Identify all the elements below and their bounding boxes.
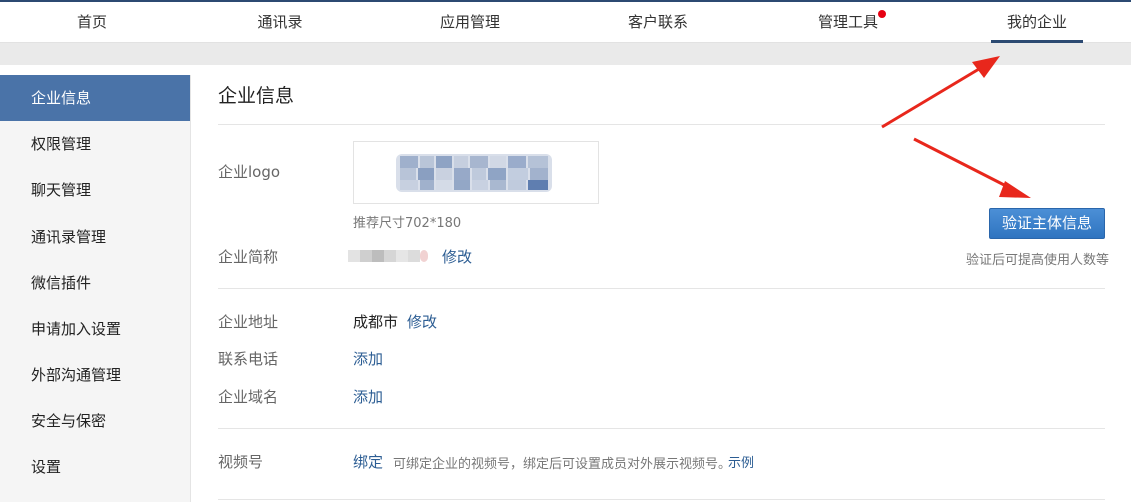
short-name-label: 企业简称 xyxy=(218,248,279,266)
sidebar-item-chat-management[interactable]: 聊天管理 xyxy=(0,167,190,213)
video-channel-description: 可绑定企业的视频号，绑定后可设置成员对外展示视频号。 xyxy=(393,457,732,472)
divider xyxy=(218,428,1105,429)
domain-add-link[interactable]: 添加 xyxy=(353,386,383,407)
nav-item-management-tools[interactable]: 管理工具 xyxy=(808,2,888,43)
short-name-edit-link[interactable]: 修改 xyxy=(442,246,472,267)
enterprise-logo[interactable] xyxy=(353,141,599,204)
short-name-value xyxy=(348,250,428,262)
nav-item-customer-contact[interactable]: 客户联系 xyxy=(618,2,698,43)
domain-label: 企业域名 xyxy=(218,388,279,406)
sidebar-item-wechat-plugin[interactable]: 微信插件 xyxy=(0,260,190,306)
nav-item-contacts[interactable]: 通讯录 xyxy=(240,2,320,43)
logo-label: 企业logo xyxy=(218,163,281,181)
divider xyxy=(218,499,1105,500)
header-divider-band xyxy=(0,43,1131,65)
verify-hint: 验证后可提高使用人数等 xyxy=(966,253,1110,268)
video-channel-bind-link[interactable]: 绑定 xyxy=(353,451,383,472)
logo-size-hint: 推荐尺寸702*180 xyxy=(353,216,462,231)
top-nav: 首页 通讯录 应用管理 客户联系 管理工具 我的企业 xyxy=(0,0,1131,43)
verify-entity-button[interactable]: 验证主体信息 xyxy=(989,208,1105,239)
nav-item-my-enterprise[interactable]: 我的企业 xyxy=(997,2,1077,43)
logo-image xyxy=(396,154,552,192)
sidebar-item-enterprise-info[interactable]: 企业信息 xyxy=(0,75,190,121)
divider xyxy=(218,124,1105,125)
phone-label: 联系电话 xyxy=(218,350,279,368)
divider xyxy=(218,288,1105,289)
phone-add-link[interactable]: 添加 xyxy=(353,348,383,369)
nav-item-app-management[interactable]: 应用管理 xyxy=(430,2,510,43)
sidebar-item-join-settings[interactable]: 申请加入设置 xyxy=(0,306,190,352)
sidebar-item-security[interactable]: 安全与保密 xyxy=(0,398,190,444)
address-edit-link[interactable]: 修改 xyxy=(407,311,437,332)
video-channel-label: 视频号 xyxy=(218,453,264,471)
sidebar-item-permissions[interactable]: 权限管理 xyxy=(0,121,190,167)
address-value: 成都市 xyxy=(353,313,399,331)
sidebar-item-external-communication[interactable]: 外部沟通管理 xyxy=(0,352,190,398)
main-panel: 企业信息 企业logo 推荐尺寸702*180 验证主体信息 验证后可提高使用人… xyxy=(191,65,1131,502)
nav-item-home[interactable]: 首页 xyxy=(52,2,132,43)
notification-badge xyxy=(878,10,886,18)
sidebar-item-contacts-management[interactable]: 通讯录管理 xyxy=(0,214,190,260)
page-title: 企业信息 xyxy=(218,85,295,107)
address-label: 企业地址 xyxy=(218,313,279,331)
sidebar-item-settings[interactable]: 设置 xyxy=(0,444,190,490)
video-channel-example-link[interactable]: 示例 xyxy=(728,452,754,471)
sidebar: 企业信息 权限管理 聊天管理 通讯录管理 微信插件 申请加入设置 外部沟通管理 … xyxy=(0,75,191,502)
